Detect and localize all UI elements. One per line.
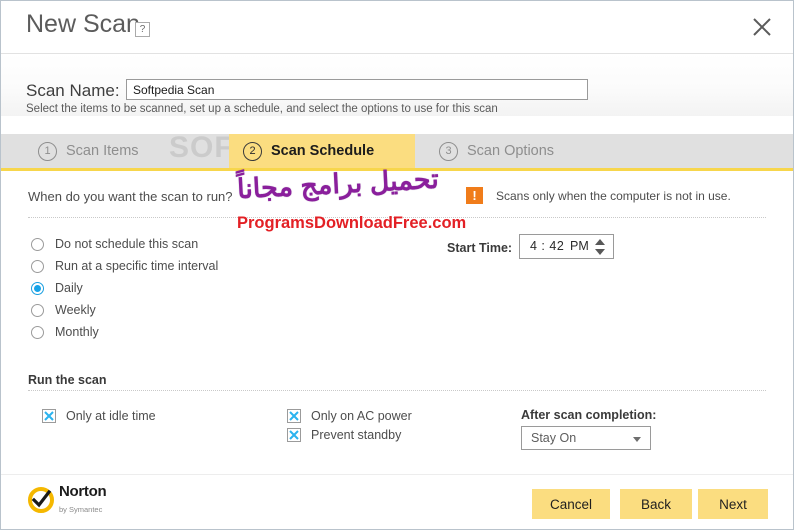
divider	[28, 217, 766, 219]
chevron-up-icon[interactable]	[595, 239, 605, 245]
radio-icon	[31, 237, 44, 251]
tab-divider-right	[626, 5, 627, 34]
tab-number: 3	[439, 141, 458, 161]
radio-weekly[interactable]: Weekly	[31, 299, 218, 321]
tab-scan-options[interactable]: 3 Scan Options	[427, 134, 625, 168]
tab-scan-schedule[interactable]: 2 Scan Schedule	[229, 134, 415, 168]
warning-text: Scans only when the computer is not in u…	[496, 188, 731, 203]
select-value: Stay On	[531, 431, 577, 445]
checkbox-label: Only on AC power	[311, 409, 412, 423]
schedule-panel: When do you want the scan to run? ! Scan…	[1, 171, 793, 474]
norton-logo: Norton by Symantec	[28, 483, 107, 516]
radio-label: Do not schedule this scan	[55, 237, 199, 251]
checkbox-label: Prevent standby	[311, 428, 402, 442]
radio-monthly[interactable]: Monthly	[31, 321, 218, 343]
radio-daily[interactable]: Daily	[31, 277, 218, 299]
run-the-scan-title: Run the scan	[28, 373, 107, 387]
back-button[interactable]: Back	[620, 489, 692, 519]
checkbox-only-on-ac-power[interactable]: Only on AC power	[287, 409, 412, 423]
dialog-footer: Norton by Symantec Cancel Back Next	[1, 474, 793, 529]
checkbox-checked-icon	[42, 409, 56, 423]
brand-tagline: by Symantec	[59, 505, 103, 514]
scan-name-label: Scan Name:	[26, 81, 120, 100]
checkbox-prevent-standby[interactable]: Prevent standby	[287, 428, 401, 442]
tab-divider-left	[25, 5, 26, 34]
after-scan-completion-label: After scan completion:	[521, 408, 657, 422]
chevron-down-icon	[633, 437, 641, 442]
idle-warning: ! Scans only when the computer is not in…	[466, 187, 731, 204]
scan-name-input[interactable]	[126, 79, 588, 100]
norton-check-icon	[28, 487, 54, 513]
dialog-subtitle: Select the items to be scanned, set up a…	[26, 103, 498, 115]
tab-scan-items[interactable]: 1 Scan Items	[26, 134, 216, 168]
close-icon[interactable]	[747, 12, 777, 42]
schedule-question: When do you want the scan to run?	[28, 189, 233, 204]
checkbox-checked-icon	[287, 428, 301, 442]
start-time-value: 4 : 42	[530, 239, 565, 253]
tab-label: Scan Schedule	[271, 143, 375, 159]
norton-wordmark: Norton by Symantec	[59, 483, 107, 516]
radio-specific-interval[interactable]: Run at a specific time interval	[31, 255, 218, 277]
radio-do-not-schedule[interactable]: Do not schedule this scan	[31, 233, 218, 255]
start-time-stepper[interactable]: 4 : 42 PM	[519, 234, 614, 259]
tab-number: 1	[38, 141, 57, 161]
warning-icon: !	[466, 187, 483, 204]
stepper-arrows-icon[interactable]	[595, 238, 606, 256]
help-icon[interactable]: ?	[135, 22, 150, 37]
title-bar: New Scan ?	[1, 1, 793, 54]
radio-label: Weekly	[55, 303, 96, 317]
radio-icon-selected	[31, 281, 44, 295]
radio-label: Run at a specific time interval	[55, 259, 219, 273]
after-scan-completion-select[interactable]: Stay On	[521, 426, 651, 450]
new-scan-dialog: New Scan ? Scan Name: Select the items t…	[0, 0, 794, 530]
scan-name-bar: Scan Name: Select the items to be scanne…	[1, 54, 793, 116]
next-button[interactable]: Next	[698, 489, 768, 519]
cancel-button[interactable]: Cancel	[532, 489, 610, 519]
start-time-meridiem: PM	[570, 239, 589, 253]
brand-name: Norton	[59, 483, 107, 500]
divider	[28, 390, 766, 392]
checkbox-label: Only at idle time	[66, 409, 156, 423]
tab-label: Scan Options	[467, 143, 555, 159]
chevron-down-icon[interactable]	[595, 249, 605, 255]
checkbox-checked-icon	[287, 409, 301, 423]
schedule-radio-group: Do not schedule this scan Run at a speci…	[31, 233, 218, 343]
start-time-label: Start Time:	[447, 241, 513, 255]
tab-number: 2	[243, 141, 262, 161]
radio-icon	[31, 259, 44, 273]
radio-label: Daily	[55, 281, 83, 295]
tab-label: Scan Items	[66, 143, 139, 159]
radio-label: Monthly	[55, 325, 99, 339]
radio-icon	[31, 325, 44, 339]
page-title: New Scan	[26, 10, 140, 38]
checkbox-only-at-idle-time[interactable]: Only at idle time	[42, 409, 156, 423]
radio-icon	[31, 303, 44, 317]
